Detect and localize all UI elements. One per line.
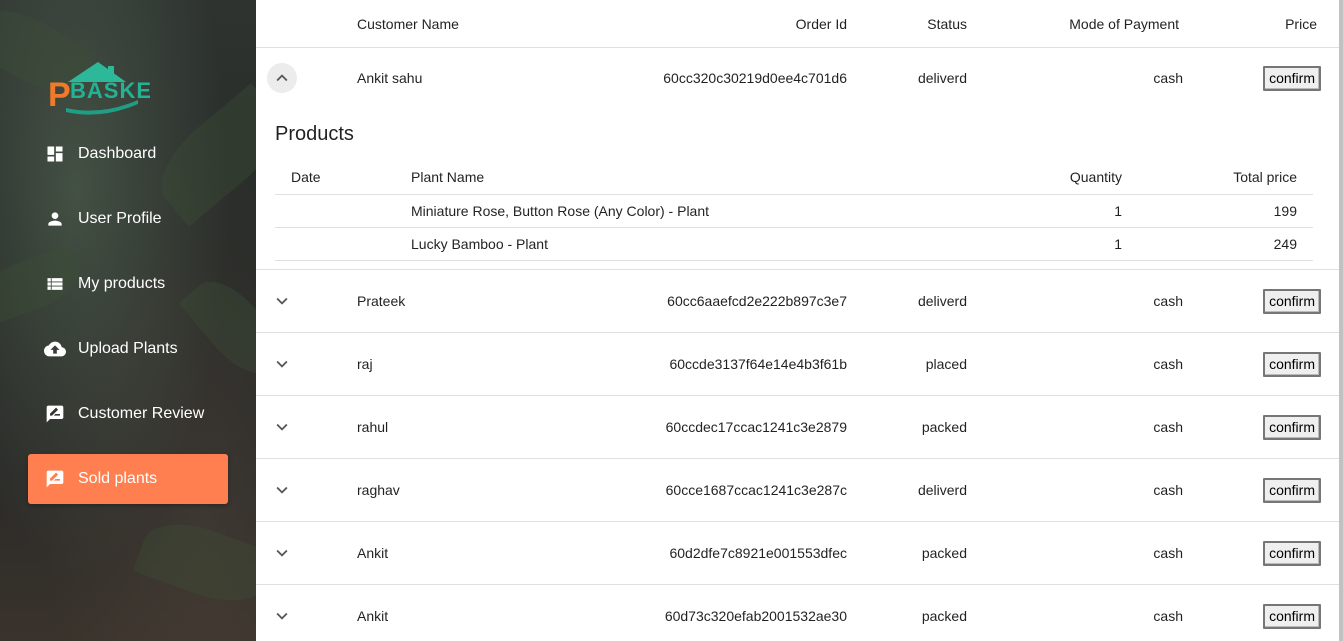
- table-row: Ankit 60d2dfe7c8921e001553dfec packed ca…: [256, 522, 1339, 585]
- column-header-status: Status: [927, 15, 967, 32]
- sidebar-item-label: Dashboard: [78, 145, 157, 162]
- products-detail-spacer: [256, 108, 1339, 270]
- confirm-button[interactable]: confirm: [1263, 477, 1321, 503]
- scrollbar[interactable]: [1339, 0, 1343, 641]
- order-id: 60d73c320efab2001532ae30: [664, 608, 847, 624]
- confirm-button[interactable]: confirm: [1263, 288, 1321, 314]
- payment-mode: cash: [1153, 482, 1183, 498]
- customer-name: rahul: [357, 419, 389, 435]
- orders-panel: Customer Name Order Id Status Mode of Pa…: [256, 0, 1339, 641]
- chevron-down-icon: [267, 412, 297, 442]
- payment-mode: cash: [1153, 608, 1183, 624]
- order-id: 60cce1687ccac1241c3e287c: [665, 482, 847, 498]
- customer-name: Ankit sahu: [357, 70, 423, 86]
- sidebar-item-label: User Profile: [78, 210, 162, 227]
- customer-name: raj: [357, 356, 373, 372]
- column-header-customer-name: Customer Name: [357, 15, 459, 32]
- sidebar-item-label: Upload Plants: [78, 340, 178, 357]
- order-status: packed: [921, 545, 967, 561]
- order-status: placed: [925, 356, 967, 372]
- confirm-button[interactable]: confirm: [1263, 351, 1321, 377]
- order-id: 60cc6aaefcd2e222b897c3e7: [667, 293, 847, 309]
- price-cell: confirm: [1263, 270, 1321, 332]
- expand-row-button[interactable]: [266, 396, 298, 458]
- dashboard-icon: [44, 143, 66, 165]
- table-row: rahul 60ccdec17ccac1241c3e2879 packed ca…: [256, 396, 1339, 459]
- background-leaf: [132, 509, 256, 616]
- price-cell: confirm: [1263, 585, 1321, 641]
- payment-mode: cash: [1153, 545, 1183, 561]
- sidebar: P BASKET Dashboard User Profile My produ…: [0, 0, 256, 641]
- chevron-up-icon: [267, 63, 297, 93]
- sidebar-item-label: Sold plants: [78, 470, 158, 487]
- table-row: Ankit sahu 60cc320c30219d0ee4c701d6 deli…: [256, 48, 1339, 108]
- table-row: raghav 60cce1687ccac1241c3e287c deliverd…: [256, 459, 1339, 522]
- order-id: 60ccde3137f64e14e4b3f61b: [669, 356, 847, 372]
- price-cell: confirm: [1263, 522, 1321, 584]
- expand-row-button[interactable]: [266, 459, 298, 521]
- list-icon: [44, 273, 66, 295]
- payment-mode: cash: [1153, 419, 1183, 435]
- chevron-down-icon: [267, 538, 297, 568]
- sidebar-item-user-profile[interactable]: User Profile: [28, 194, 228, 244]
- sidebar-item-label: Customer Review: [78, 405, 205, 422]
- price-cell: confirm: [1263, 48, 1321, 108]
- order-id: 60cc320c30219d0ee4c701d6: [663, 70, 847, 86]
- table-row: raj 60ccde3137f64e14e4b3f61b placed cash…: [256, 333, 1339, 396]
- table-row: Ankit 60d73c320efab2001532ae30 packed ca…: [256, 585, 1339, 641]
- table-row: Prateek 60cc6aaefcd2e222b897c3e7 deliver…: [256, 270, 1339, 333]
- confirm-button[interactable]: confirm: [1263, 540, 1321, 566]
- rate-review-icon: [44, 468, 66, 490]
- confirm-button[interactable]: confirm: [1263, 414, 1321, 440]
- sidebar-item-upload-plants[interactable]: Upload Plants: [28, 324, 228, 374]
- confirm-button[interactable]: confirm: [1263, 603, 1321, 629]
- sidebar-item-sold-plants[interactable]: Sold plants: [28, 454, 228, 504]
- sidebar-item-dashboard[interactable]: Dashboard: [28, 129, 228, 179]
- order-id: 60d2dfe7c8921e001553dfec: [669, 545, 847, 561]
- column-header-price: Price: [1285, 15, 1317, 32]
- rate-review-icon: [44, 403, 66, 425]
- chevron-down-icon: [267, 475, 297, 505]
- order-status: deliverd: [917, 293, 967, 309]
- expand-row-button[interactable]: [266, 333, 298, 395]
- expand-row-button[interactable]: [266, 522, 298, 584]
- expand-row-button[interactable]: [266, 270, 298, 332]
- column-header-payment: Mode of Payment: [1069, 15, 1179, 32]
- svg-text:P: P: [48, 76, 71, 114]
- cloud-upload-icon: [44, 338, 66, 360]
- order-status: deliverd: [917, 70, 967, 86]
- customer-name: Ankit: [357, 545, 389, 561]
- orders-table-header: Customer Name Order Id Status Mode of Pa…: [256, 0, 1339, 48]
- order-status: deliverd: [917, 482, 967, 498]
- pbasket-logo[interactable]: P BASKET: [46, 60, 165, 116]
- collapse-row-button[interactable]: [266, 48, 298, 108]
- expand-row-button[interactable]: [266, 585, 298, 641]
- price-cell: confirm: [1263, 396, 1321, 458]
- payment-mode: cash: [1153, 293, 1183, 309]
- payment-mode: cash: [1153, 70, 1183, 86]
- sidebar-item-customer-review[interactable]: Customer Review: [28, 389, 228, 439]
- pbasket-logo-graphic: P BASKET: [48, 62, 165, 115]
- svg-text:BASKET: BASKET: [70, 78, 150, 103]
- order-status: packed: [921, 419, 967, 435]
- payment-mode: cash: [1153, 356, 1183, 372]
- sidebar-nav: Dashboard User Profile My products Uploa…: [28, 129, 228, 519]
- confirm-button[interactable]: confirm: [1263, 65, 1321, 91]
- sidebar-item-my-products[interactable]: My products: [28, 259, 228, 309]
- chevron-down-icon: [267, 349, 297, 379]
- chevron-down-icon: [267, 601, 297, 631]
- customer-name: Ankit: [357, 608, 389, 624]
- customer-name: Prateek: [357, 293, 406, 309]
- price-cell: confirm: [1263, 459, 1321, 521]
- sidebar-item-label: My products: [78, 275, 166, 292]
- user-icon: [44, 208, 66, 230]
- chevron-down-icon: [267, 286, 297, 316]
- scrollbar-thumb[interactable]: [1339, 0, 1343, 641]
- price-cell: confirm: [1263, 333, 1321, 395]
- order-status: packed: [921, 608, 967, 624]
- order-id: 60ccdec17ccac1241c3e2879: [665, 419, 847, 435]
- column-header-order-id: Order Id: [795, 15, 847, 32]
- customer-name: raghav: [357, 482, 400, 498]
